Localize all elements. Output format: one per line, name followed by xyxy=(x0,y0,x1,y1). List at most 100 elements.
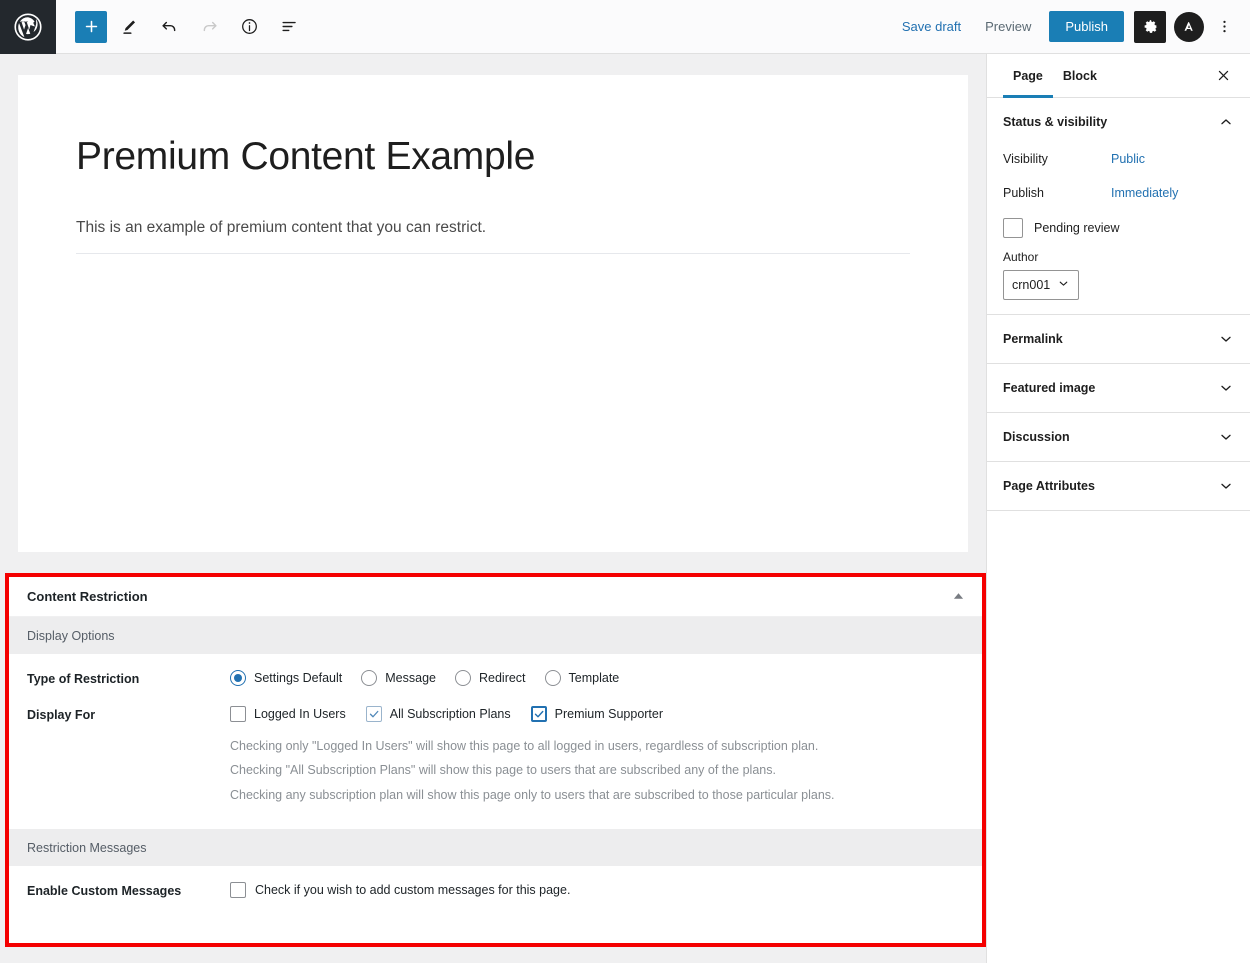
pending-review-row[interactable]: Pending review xyxy=(1003,214,1234,250)
type-of-restriction-radio-group: Settings Default Message Redirect Templa… xyxy=(230,670,964,686)
sidebar-tabs: Page Block xyxy=(987,54,1250,98)
checkbox-logged-in-users-input[interactable] xyxy=(230,706,246,722)
details-info-button[interactable] xyxy=(231,9,267,45)
plugin-avatar-icon[interactable] xyxy=(1174,11,1204,42)
editor-top-bar: Save draft Preview Publish xyxy=(0,0,1250,54)
settings-sidebar: Page Block Status & visibility Visibilit… xyxy=(986,54,1250,963)
radio-redirect[interactable]: Redirect xyxy=(454,670,526,686)
paragraph-block[interactable]: This is an example of premium content th… xyxy=(76,216,910,239)
block-divider xyxy=(76,253,910,255)
undo-button[interactable] xyxy=(151,9,187,45)
radio-message[interactable]: Message xyxy=(361,670,436,686)
checkbox-premium-supporter[interactable]: Premium Supporter xyxy=(530,706,664,722)
visibility-row: Visibility Public xyxy=(1003,146,1234,180)
panel-featured-image: Featured image xyxy=(987,364,1250,413)
chevron-down-icon xyxy=(1057,277,1070,293)
publish-value-button[interactable]: Immediately xyxy=(1111,186,1178,200)
help-line: Checking "All Subscription Plans" will s… xyxy=(230,763,776,778)
type-of-restriction-label: Type of Restriction xyxy=(27,672,140,686)
panel-page-attributes-header[interactable]: Page Attributes xyxy=(1003,462,1234,510)
panel-title: Page Attributes xyxy=(1003,479,1095,493)
display-for-label: Display For xyxy=(27,708,96,722)
radio-message-input[interactable] xyxy=(361,670,378,686)
wordpress-logo-icon[interactable] xyxy=(0,0,56,54)
checkbox-enable-custom-messages-text: Check if you wish to add custom messages… xyxy=(255,883,571,898)
panel-title: Featured image xyxy=(1003,381,1096,395)
radio-redirect-input[interactable] xyxy=(454,670,471,686)
add-block-button[interactable] xyxy=(75,10,107,43)
page-title[interactable]: Premium Content Example xyxy=(76,75,910,180)
metabox-area: Content Restriction Display Options Type… xyxy=(0,573,986,963)
checkbox-all-subscription-plans-input[interactable] xyxy=(365,706,382,722)
tools-pencil-button[interactable] xyxy=(111,9,147,45)
panel-title: Status & visibility xyxy=(1003,115,1108,129)
metabox-header: Content Restriction xyxy=(9,577,982,617)
radio-message-label: Message xyxy=(385,671,436,685)
panel-status-visibility: Status & visibility Visibility Public Pu… xyxy=(987,98,1250,315)
checkbox-logged-in-users-label: Logged In Users xyxy=(254,707,346,721)
top-bar-right-actions: Save draft Preview Publish xyxy=(890,10,1250,43)
publish-label: Publish xyxy=(1003,186,1044,200)
top-bar-left-tools xyxy=(56,9,307,45)
enable-custom-messages-row: Enable Custom Messages Check if you wish… xyxy=(9,866,982,902)
checkbox-enable-custom-messages-input[interactable] xyxy=(230,882,246,899)
checkbox-all-subscription-plans[interactable]: All Subscription Plans xyxy=(365,706,511,722)
visibility-label: Visibility xyxy=(1003,152,1048,166)
enable-custom-messages-label: Enable Custom Messages xyxy=(27,884,182,899)
chevron-up-icon xyxy=(1218,114,1234,130)
restriction-messages-label: Restriction Messages xyxy=(27,840,147,855)
editor-canvas-area: Premium Content Example This is an examp… xyxy=(0,54,986,573)
checkbox-premium-supporter-label: Premium Supporter xyxy=(554,707,664,721)
content-restriction-metabox: Content Restriction Display Options Type… xyxy=(5,573,986,947)
radio-template-input[interactable] xyxy=(544,670,561,686)
checkbox-enable-custom-messages[interactable]: Check if you wish to add custom messages… xyxy=(230,882,964,899)
chevron-down-icon xyxy=(1218,331,1234,347)
panel-discussion-header[interactable]: Discussion xyxy=(1003,413,1234,461)
radio-template-label: Template xyxy=(568,671,620,685)
post-canvas: Premium Content Example This is an examp… xyxy=(18,75,968,552)
pending-review-checkbox[interactable] xyxy=(1003,218,1023,238)
metabox-title: Content Restriction xyxy=(27,589,148,604)
author-select-value: crn001 xyxy=(1012,278,1051,292)
panel-permalink: Permalink xyxy=(987,315,1250,364)
panel-title: Permalink xyxy=(1003,332,1063,346)
panel-title: Discussion xyxy=(1003,430,1070,444)
radio-template[interactable]: Template xyxy=(544,670,620,686)
panel-discussion: Discussion xyxy=(987,413,1250,462)
help-line: Checking any subscription plan will show… xyxy=(230,787,835,802)
radio-settings-default-input[interactable] xyxy=(230,670,246,686)
checkbox-all-subscription-plans-label: All Subscription Plans xyxy=(389,707,511,721)
preview-button[interactable]: Preview xyxy=(973,13,1043,40)
checkbox-premium-supporter-input[interactable] xyxy=(530,706,547,722)
author-select[interactable]: crn001 xyxy=(1003,270,1080,300)
display-for-row: Display For Logged In Users All Subscrip… xyxy=(9,690,982,811)
panel-page-attributes: Page Attributes xyxy=(987,462,1250,511)
author-label: Author xyxy=(1003,250,1039,264)
kebab-menu-icon[interactable] xyxy=(1208,11,1240,43)
chevron-down-icon xyxy=(1218,429,1234,445)
chevron-down-icon xyxy=(1218,380,1234,396)
panel-permalink-header[interactable]: Permalink xyxy=(1003,315,1234,363)
tab-page[interactable]: Page xyxy=(1003,54,1053,98)
radio-settings-default-label: Settings Default xyxy=(254,671,343,685)
gear-icon[interactable] xyxy=(1134,10,1166,43)
close-icon[interactable] xyxy=(1206,59,1240,93)
checkbox-logged-in-users[interactable]: Logged In Users xyxy=(230,706,346,722)
triangle-up-icon[interactable] xyxy=(953,592,964,602)
publish-row: Publish Immediately xyxy=(1003,180,1234,214)
list-view-button[interactable] xyxy=(271,9,307,45)
tab-block[interactable]: Block xyxy=(1053,54,1107,98)
panel-status-visibility-header[interactable]: Status & visibility xyxy=(1003,98,1234,146)
type-of-restriction-row: Type of Restriction Settings Default Mes… xyxy=(9,654,982,690)
radio-redirect-label: Redirect xyxy=(478,671,526,685)
radio-settings-default[interactable]: Settings Default xyxy=(230,670,342,686)
visibility-value-button[interactable]: Public xyxy=(1111,152,1145,166)
display-for-checkbox-group: Logged In Users All Subscription Plans P… xyxy=(230,706,964,722)
panel-featured-image-header[interactable]: Featured image xyxy=(1003,364,1234,412)
pending-review-label: Pending review xyxy=(1034,221,1120,235)
help-line: Checking only "Logged In Users" will sho… xyxy=(230,739,819,753)
chevron-down-icon xyxy=(1218,478,1234,494)
save-draft-button[interactable]: Save draft xyxy=(890,13,973,40)
publish-button[interactable]: Publish xyxy=(1049,11,1124,42)
redo-button[interactable] xyxy=(191,9,227,45)
